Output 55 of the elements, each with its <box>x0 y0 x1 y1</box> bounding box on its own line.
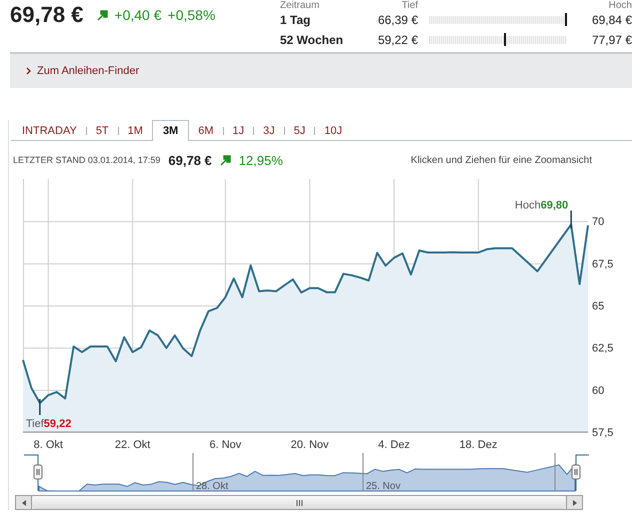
extreme-label: Tief59,22 <box>26 418 72 430</box>
period-tab[interactable]: 5J <box>284 121 314 140</box>
x-axis-label: 20. Nov <box>290 439 329 451</box>
grip-icon <box>296 500 302 506</box>
period-label: 52 Wochen <box>280 33 344 47</box>
performance-percent: 12,95% <box>238 152 283 168</box>
column-header: Hoch <box>608 0 632 11</box>
finder-link[interactable]: Zum Anleihen-Finder <box>26 65 140 77</box>
extreme-label: Hoch69,80 <box>514 200 568 212</box>
zoom-hint: Klicken und Ziehen für eine Zoomansicht <box>410 154 592 166</box>
price-change-percent: +0,58% <box>168 7 216 23</box>
x-axis-label: 4. Dez <box>378 439 410 451</box>
y-axis-label: 57,5 <box>592 427 614 439</box>
high-value: 69,84 € <box>590 13 632 27</box>
navigator-date-label: 28. Okt <box>196 481 228 492</box>
up-arrow-icon <box>220 154 231 166</box>
y-axis-label: 60 <box>592 384 604 397</box>
column-header: Zeitraum <box>280 0 320 11</box>
x-axis-label: 8. Okt <box>34 439 63 451</box>
scroll-right-button[interactable] <box>566 496 582 509</box>
last-quote-label: LETZTER STAND 03.01.2014, 17:59 <box>13 155 160 165</box>
high-value: 77,97 € <box>590 33 632 47</box>
marker-line <box>570 210 572 229</box>
period-tab[interactable]: 1J <box>224 121 254 140</box>
navigator-date-label: 25. Nov <box>366 481 400 492</box>
x-axis-label: 18. Dez <box>459 439 498 451</box>
y-axis-label: 70 <box>592 216 604 228</box>
range-handle[interactable] <box>34 464 42 480</box>
last-price: 69,78 € <box>168 152 212 168</box>
up-arrow-icon <box>97 10 108 20</box>
price-change: +0,40 € <box>114 7 162 23</box>
x-axis-label: 22. Okt <box>114 439 150 451</box>
right-arrow-icon <box>572 500 576 506</box>
chevron-icon <box>26 67 31 75</box>
period-label: 1 Tag <box>280 13 312 27</box>
range-handle[interactable] <box>572 464 580 480</box>
scroll-left-button[interactable] <box>16 496 32 509</box>
low-value: 59,22 € <box>376 33 418 47</box>
left-arrow-icon <box>22 500 26 506</box>
period-tab[interactable]: 5T <box>86 121 118 140</box>
column-header: Tief <box>400 0 418 11</box>
y-axis-label: 62,5 <box>592 342 614 355</box>
x-axis-label: 6. Nov <box>210 439 242 451</box>
y-axis-label: 67,5 <box>592 258 614 270</box>
period-tab[interactable]: 3J <box>254 121 284 140</box>
period-tab[interactable]: 10J <box>315 121 352 140</box>
period-tab[interactable]: 3M <box>152 120 190 141</box>
marker-line <box>39 399 41 415</box>
low-value: 66,39 € <box>376 13 418 27</box>
period-tab[interactable]: 6M <box>189 121 222 140</box>
price: 69,78 € <box>10 2 84 28</box>
y-axis-label: 65 <box>592 300 604 312</box>
scrollbar-thumb[interactable] <box>32 496 566 509</box>
period-tab[interactable]: INTRADAY <box>13 121 86 140</box>
period-tab[interactable]: 1M <box>118 121 152 140</box>
